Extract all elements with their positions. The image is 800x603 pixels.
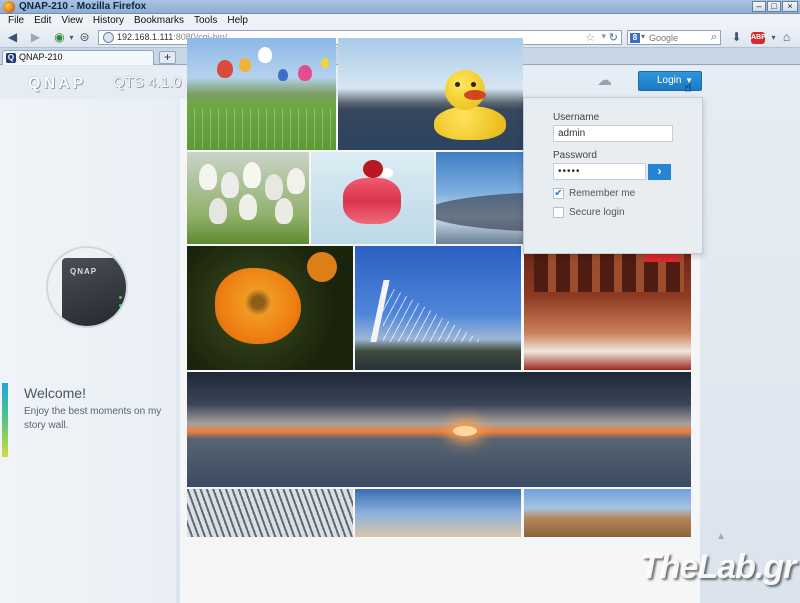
menu-history[interactable]: History xyxy=(88,14,129,27)
username-input[interactable]: admin xyxy=(553,125,673,142)
new-tab-button[interactable]: + xyxy=(159,51,176,64)
search-icon[interactable]: ⌕ xyxy=(711,31,717,44)
tab-label: QNAP-210 xyxy=(19,52,63,62)
password-input[interactable]: ••••• xyxy=(553,163,646,180)
firefox-icon xyxy=(3,1,15,13)
toolbar-addon-icon[interactable]: ⊜ xyxy=(77,30,92,45)
photo-hot-air-balloons[interactable] xyxy=(187,38,336,150)
window-controls: – □ × xyxy=(752,1,798,12)
window-title: QNAP-210 - Mozilla Firefox xyxy=(19,1,147,12)
scroll-up-icon[interactable]: ▲ xyxy=(714,531,728,543)
qnap-favicon-icon: Q xyxy=(6,53,16,63)
menu-help[interactable]: Help xyxy=(222,14,253,27)
search-placeholder: Google xyxy=(649,33,679,43)
adblock-icon[interactable]: ABP xyxy=(751,32,766,44)
tab-qnap[interactable]: Q QNAP-210 xyxy=(2,50,154,65)
welcome-title: Welcome! xyxy=(24,385,86,401)
welcome-text: Enjoy the best moments on my story wall. xyxy=(24,406,162,431)
username-label: Username xyxy=(553,112,600,123)
search-engine-icon[interactable]: 8 xyxy=(630,33,640,43)
nas-led-icon xyxy=(119,296,122,299)
photo-ham-shop[interactable] xyxy=(524,246,691,370)
login-submit-button[interactable]: › xyxy=(648,164,671,180)
menu-edit[interactable]: Edit xyxy=(29,14,56,27)
reload-icon[interactable]: ↻ xyxy=(609,31,618,44)
photo-rubber-duck[interactable] xyxy=(338,38,523,150)
photo-macaron-dessert[interactable] xyxy=(311,152,434,244)
minimize-button[interactable]: – xyxy=(752,1,766,12)
photo-cable-bridge[interactable] xyxy=(355,246,521,370)
search-bar[interactable]: 8 ▾ Google ⌕ xyxy=(627,30,721,45)
photo-evening-clouds[interactable] xyxy=(355,489,521,537)
nas-device-image: QNAP xyxy=(46,246,128,328)
duck-body xyxy=(434,106,506,140)
secure-login-label: Secure login xyxy=(569,207,625,218)
nas-device-brand: QNAP xyxy=(70,267,98,276)
search-engine-dropdown-icon[interactable]: ▾ xyxy=(641,32,645,41)
menu-bar: File Edit View History Bookmarks Tools H… xyxy=(0,14,800,27)
welcome-panel: QNAP Welcome! Enjoy the best moments on … xyxy=(0,99,176,603)
url-dropdown-icon[interactable]: ▾ xyxy=(601,31,606,42)
login-dropdown: Username admin Password ••••• › ✔ Rememb… xyxy=(523,97,703,254)
nas-device-body: QNAP xyxy=(62,258,126,326)
remember-me-label: Remember me xyxy=(569,188,636,199)
duck-beak xyxy=(464,90,486,100)
bookmark-star-icon[interactable]: ☆ xyxy=(585,31,595,44)
download-icon[interactable]: ⬇ xyxy=(729,30,744,45)
photo-sea-sunset[interactable] xyxy=(187,372,691,487)
menu-file[interactable]: File xyxy=(3,14,29,27)
qnap-logo: QNAP xyxy=(28,75,87,92)
nas-led-icon xyxy=(119,304,122,307)
photo-palace[interactable] xyxy=(524,489,691,537)
remember-me-checkbox[interactable]: ✔ xyxy=(553,188,564,199)
back-arrow-icon[interactable]: ◀ xyxy=(5,30,20,45)
photo-orange-poppy[interactable] xyxy=(187,246,353,370)
watermark: TheLab.gr xyxy=(640,548,796,586)
mouse-cursor-icon: ☝ xyxy=(684,80,692,95)
qts-version: QTS 4.1.0 xyxy=(113,74,182,91)
site-globe-icon xyxy=(103,32,114,43)
welcome-accent-bar xyxy=(2,383,8,457)
menu-tools[interactable]: Tools xyxy=(189,14,222,27)
photo-white-tulips[interactable] xyxy=(187,152,309,244)
window-titlebar: QNAP-210 - Mozilla Firefox – □ × xyxy=(0,0,800,14)
login-button-label: Login xyxy=(657,75,682,86)
menu-bookmarks[interactable]: Bookmarks xyxy=(129,14,189,27)
duck-eyes xyxy=(455,82,460,87)
close-button[interactable]: × xyxy=(782,1,798,12)
password-label: Password xyxy=(553,150,597,161)
menu-view[interactable]: View xyxy=(56,14,88,27)
maximize-button[interactable]: □ xyxy=(767,1,781,12)
cloud-icon[interactable]: ☁ xyxy=(597,73,617,88)
home-icon[interactable]: ⌂ xyxy=(779,30,794,45)
forward-arrow-icon[interactable]: ▶ xyxy=(28,30,43,45)
photo-snowy-trees[interactable] xyxy=(187,489,353,537)
secure-login-checkbox[interactable]: ✔ xyxy=(553,207,564,218)
login-button[interactable]: Login ▼ xyxy=(638,71,702,91)
